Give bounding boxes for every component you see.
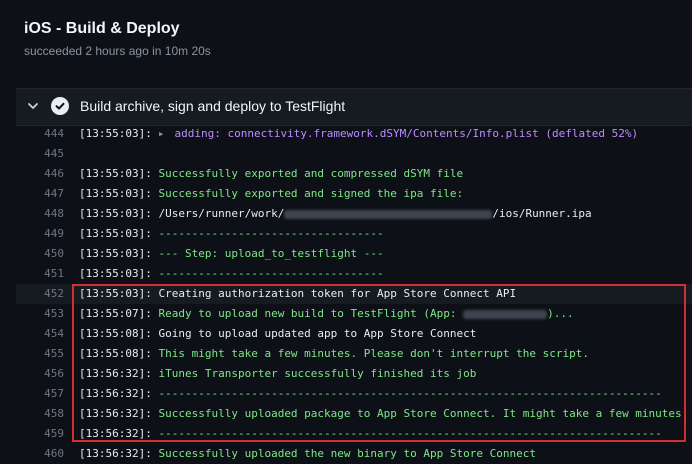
log-timestamp: [13:55:03]: <box>79 287 152 300</box>
log-line: 450 [13:55:03]: --- Step: upload_to_test… <box>16 244 692 264</box>
line-number[interactable]: 452 <box>16 284 64 304</box>
log-message: ----------------------------------------… <box>158 427 662 440</box>
log-line: 444 [13:55:03]: ▸ adding: connectivity.fra… <box>16 124 692 144</box>
log-message-prefix: Ready to upload new build to TestFlight … <box>158 307 464 320</box>
log-timestamp: [13:55:03]: <box>79 207 152 220</box>
log-timestamp: [13:55:03]: <box>79 187 152 200</box>
line-number[interactable]: 454 <box>16 324 64 344</box>
line-number[interactable]: 448 <box>16 204 64 224</box>
log-message: iTunes Transporter successfully finished… <box>158 367 477 380</box>
line-number[interactable]: 451 <box>16 264 64 284</box>
line-number[interactable]: 460 <box>16 444 64 464</box>
log-message: --- Step: upload_to_testflight --- <box>158 247 384 260</box>
log-message-suffix: )... <box>547 307 574 320</box>
line-number[interactable]: 453 <box>16 304 64 324</box>
log-line: 453 [13:55:07]: Ready to upload new buil… <box>16 304 692 324</box>
log-timestamp: [13:55:07]: <box>79 307 152 320</box>
log-message: Successfully exported and compressed dSY… <box>158 167 464 180</box>
log-message: ---------------------------------- <box>158 227 384 240</box>
line-number[interactable]: 455 <box>16 344 64 364</box>
line-number[interactable]: 458 <box>16 404 64 424</box>
log-timestamp: [13:55:08]: <box>79 327 152 340</box>
log-timestamp: [13:56:32]: <box>79 427 152 440</box>
step-header[interactable]: Build archive, sign and deploy to TestFl… <box>16 88 692 126</box>
log-line: 447 [13:55:03]: Successfully exported an… <box>16 184 692 204</box>
log-line: 451 [13:55:03]: ------------------------… <box>16 264 692 284</box>
job-header: iOS - Build & Deploy succeeded 2 hours a… <box>0 0 692 84</box>
log-timestamp: [13:56:32]: <box>79 407 152 420</box>
line-number[interactable]: 457 <box>16 384 64 404</box>
redacted-app-id <box>463 309 548 319</box>
log-line: 460 [13:56:32]: Successfully uploaded th… <box>16 444 692 464</box>
log-message: ----------------------------------------… <box>158 387 662 400</box>
log-message: This might take a few minutes. Please do… <box>158 347 589 360</box>
log-line: 449 [13:55:03]: ------------------------… <box>16 224 692 244</box>
line-number[interactable]: 449 <box>16 224 64 244</box>
log-timestamp: [13:55:03]: <box>79 267 152 280</box>
log-message: Successfully exported and signed the ipa… <box>158 187 464 200</box>
log-line: 455 [13:55:08]: This might take a few mi… <box>16 344 692 364</box>
job-title: iOS - Build & Deploy <box>24 20 180 37</box>
log-line: 448 [13:55:03]: /Users/runner/work/ /ios/… <box>16 204 692 224</box>
log-timestamp: [13:55:03]: <box>79 227 152 240</box>
log-output: 444 [13:55:03]: ▸ adding: connectivity.fra… <box>16 124 692 464</box>
line-number[interactable]: 444 <box>16 124 64 144</box>
expand-arrow-icon[interactable]: ▸ <box>158 127 165 140</box>
log-line: 457 [13:56:32]: ------------------------… <box>16 384 692 404</box>
line-number[interactable]: 450 <box>16 244 64 264</box>
log-message: Successfully uploaded the new binary to … <box>158 447 536 460</box>
log-message: adding: connectivity.framework.dSYM/Cont… <box>174 127 639 140</box>
step-title: Build archive, sign and deploy to TestFl… <box>80 98 346 114</box>
log-message-suffix: /ios/Runner.ipa <box>492 207 592 220</box>
log-timestamp: [13:55:03]: <box>79 247 152 260</box>
log-timestamp: [13:56:32]: <box>79 387 152 400</box>
log-line: 454 [13:55:08]: Going to upload updated … <box>16 324 692 344</box>
log-line: 459 [13:56:32]: ------------------------… <box>16 424 692 444</box>
line-number[interactable]: 445 <box>16 144 64 164</box>
log-line: 445 <box>16 144 692 164</box>
log-message: ---------------------------------- <box>158 267 384 280</box>
line-number[interactable]: 456 <box>16 364 64 384</box>
line-number[interactable]: 459 <box>16 424 64 444</box>
job-status-summary: succeeded 2 hours ago in 10m 20s <box>24 44 211 58</box>
log-message-prefix: /Users/runner/work/ <box>158 207 285 220</box>
log-message: Going to upload updated app to App Store… <box>158 327 477 340</box>
line-number[interactable]: 446 <box>16 164 64 184</box>
log-timestamp: [13:55:03]: <box>79 167 152 180</box>
log-timestamp: [13:55:08]: <box>79 347 152 360</box>
log-message: Successfully uploaded package to App Sto… <box>158 407 689 420</box>
log-line: 446 [13:55:03]: Successfully exported an… <box>16 164 692 184</box>
chevron-down-icon[interactable] <box>26 99 40 113</box>
log-line: 456 [13:56:32]: iTunes Transporter succe… <box>16 364 692 384</box>
success-check-icon <box>51 97 69 115</box>
log-line: 458 [13:56:32]: Successfully uploaded pa… <box>16 404 692 424</box>
redacted-path <box>284 209 493 219</box>
log-line: 452 [13:55:03]: Creating authorization t… <box>16 284 692 304</box>
line-number[interactable]: 447 <box>16 184 64 204</box>
log-timestamp: [13:56:32]: <box>79 447 152 460</box>
log-message: Creating authorization token for App Sto… <box>158 287 517 300</box>
log-timestamp: [13:56:32]: <box>79 367 152 380</box>
log-timestamp: [13:55:03]: <box>79 127 152 140</box>
